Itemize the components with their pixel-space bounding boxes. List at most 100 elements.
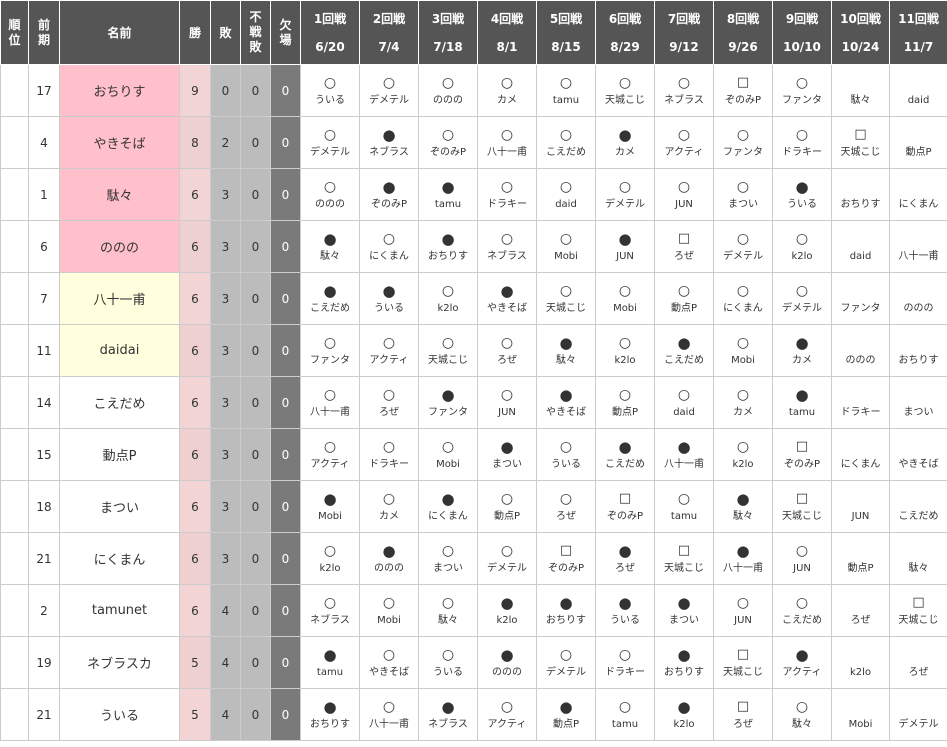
match-cell: ● 動点P [536,688,596,741]
result-nofight-mark: □ [677,230,691,246]
result-loss-mark: ● [441,697,455,716]
prev-rank-cell: 2 [28,584,60,637]
result-loss-mark: ● [323,489,337,508]
result-nofight-mark: □ [912,594,925,610]
match-cell: ○ ファンタ [772,64,832,117]
result-win-mark: ○ [441,646,455,663]
result-win-mark: ○ [795,230,809,247]
opponent-name: ろぜ [379,406,399,418]
header-nofight: 不戦敗 [240,0,271,65]
match-cell: ● おちりす [654,636,714,689]
opponent-name: にくまん [369,250,409,262]
opponent-name: 天城こじ [723,666,763,678]
losses-cell: 3 [210,324,241,377]
result-none-mark [832,333,889,353]
result-loss-mark: ● [618,125,632,144]
wins-cell: 5 [179,636,211,689]
header-absent: 欠場 [270,0,301,65]
match-cell: にくまん [831,428,890,481]
forfeit-losses-cell: 0 [240,168,271,221]
player-name: こえだめ [59,376,180,429]
losses-cell: 3 [210,480,241,533]
match-cell: k2lo [831,636,890,689]
result-loss-mark: ● [559,697,573,716]
opponent-name: ろぜ [556,510,576,522]
result-win-mark: ○ [736,126,750,143]
match-cell: にくまん [889,168,947,221]
opponent-name: おちりす [310,718,350,730]
round-label: 4回戦 [490,11,524,26]
match-cell: ● ろぜ [595,532,655,585]
match-cell: ○ 八十一甫 [359,688,419,741]
result-win-mark: ○ [618,178,632,195]
match-cell: ○ Mobi [359,584,419,637]
wins-cell: 6 [179,428,211,481]
match-cell: ○ 八十一甫 [300,376,360,429]
opponent-name: ファンタ [310,354,350,366]
header-name-label: 名前 [107,26,132,40]
match-cell: ○ アクティ [359,324,419,377]
forfeit-losses-cell: 0 [240,272,271,325]
match-cell: □ 天城こじ [654,532,714,585]
opponent-name: 八十一甫 [487,146,527,158]
result-win-mark: ○ [795,542,809,559]
result-win-mark: ○ [677,490,691,507]
round-date: 9/12 [669,39,699,54]
result-win-mark: ○ [677,126,691,143]
losses-cell: 3 [210,220,241,273]
absences-cell: 0 [270,584,301,637]
opponent-name: にくまん [840,458,881,470]
opponent-name: k2lo [614,354,636,366]
wins-cell: 6 [179,272,211,325]
prev-rank-cell: 6 [28,220,60,273]
opponent-name: ぞのみP [606,510,644,522]
header-rank: 順位 [0,0,29,65]
header-round-5: 5回戦 8/15 [536,0,596,65]
forfeit-losses-cell: 0 [240,64,271,117]
match-cell: ● ういる [359,272,419,325]
table-row: 11 daidai 6 3 0 0 ○ ファンタ ○ アクティ ○ 天城こじ ○ ろぜ ● 駄々 ○ k2lo ● こ… [0,324,947,377]
result-win-mark: ○ [618,282,632,299]
header-round-8: 8回戦 9/26 [713,0,773,65]
opponent-name: ののの [903,302,934,314]
rank-cell [0,168,29,221]
losses-cell: 4 [210,584,241,637]
opponent-name: 天城こじ [664,562,704,574]
opponent-name: JUN [675,198,693,210]
opponent-name: ののの [492,666,522,678]
result-win-mark: ○ [323,334,337,351]
player-name: おちりす [59,64,180,117]
match-cell: ○ ろぜ [536,480,596,533]
forfeit-losses-cell: 0 [240,428,271,481]
match-cell: ● ういる [772,168,832,221]
match-cell: ○ ドラキー [772,116,832,169]
match-cell: ○ tamu [595,688,655,741]
match-cell: ● こえだめ [595,428,655,481]
losses-cell: 2 [210,116,241,169]
rank-cell [0,480,29,533]
result-win-mark: ○ [382,490,396,507]
result-none-mark [832,229,889,249]
opponent-name: ういる [787,198,817,210]
result-loss-mark: ● [382,125,396,144]
losses-cell: 4 [210,636,241,689]
result-win-mark: ○ [323,438,337,455]
opponent-name: ネブラス [310,614,350,626]
match-cell: デメテル [889,688,947,741]
match-cell: ファンタ [831,272,890,325]
match-cell: ● やきそば [536,376,596,429]
match-cell: ○ tamu [654,480,714,533]
table-row: 1 駄々 6 3 0 0 ○ ののの ● ぞのみP ● tamu ○ ドラキー ○ daid ○ デメテル ○ JUN… [0,168,947,221]
round-label: 3回戦 [431,11,465,26]
opponent-name: ドラキー [840,406,881,418]
forfeit-losses-cell: 0 [240,584,271,637]
opponent-name: tamu [434,198,462,210]
opponent-name: デメテル [546,666,586,678]
round-date: 11/7 [903,39,934,54]
match-cell: ののの [889,272,947,325]
player-name: ネブラスカ [59,636,180,689]
table-row: 21 にくまん 6 3 0 0 ○ k2lo ● ののの ○ まつい ○ デメテル □ ぞのみP ● ろぜ □ 天城こ… [0,532,947,585]
result-none-mark [832,593,889,613]
match-cell: JUN [831,480,890,533]
result-none-mark [890,437,947,457]
